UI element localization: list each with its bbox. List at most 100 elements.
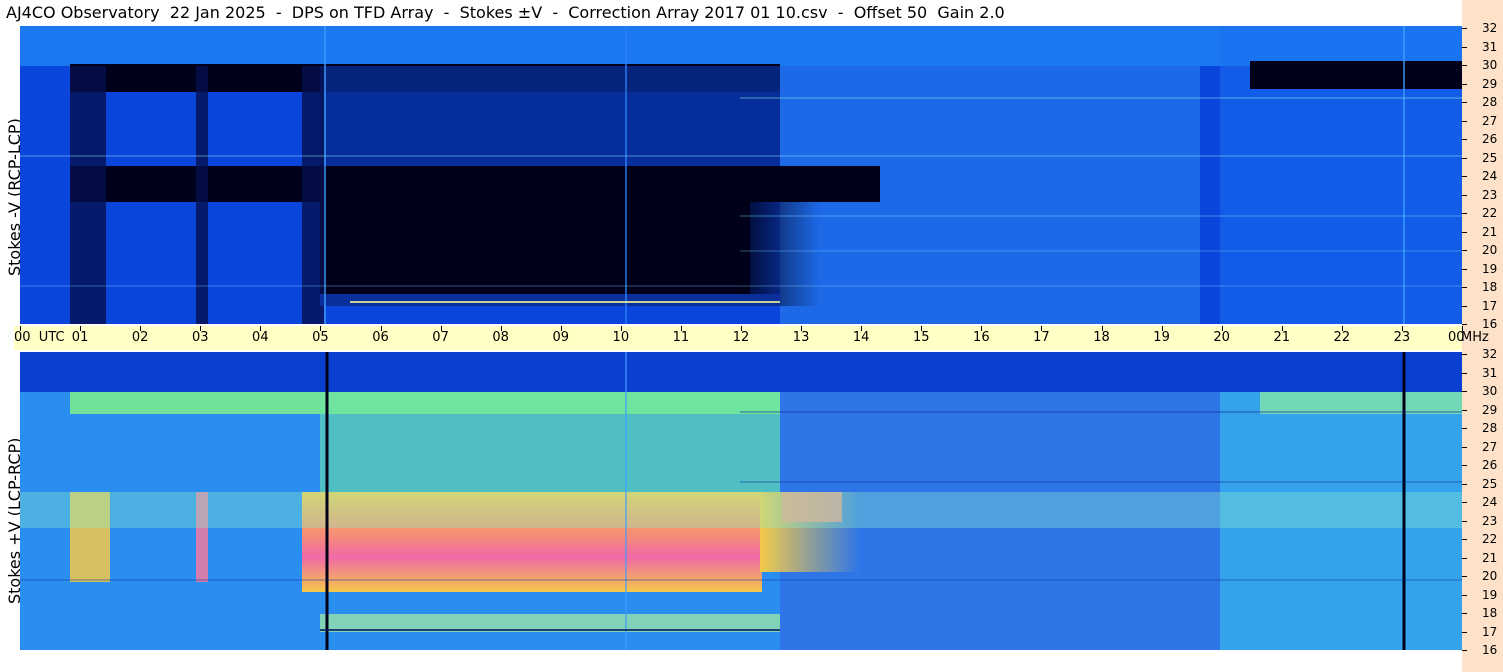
mhz-tick <box>1462 28 1467 29</box>
mhz-tick <box>1462 372 1467 374</box>
mhz-tick <box>1462 428 1467 429</box>
bottom-green-band-late <box>1260 392 1462 414</box>
mhz-tick-label: 24 <box>1482 495 1498 509</box>
utc-tick-label: 16 <box>973 330 990 345</box>
mhz-tick-label: 22 <box>1482 532 1498 546</box>
utc-tick-label: 21 <box>1273 330 1291 345</box>
mhz-tick <box>1462 465 1467 466</box>
utc-tick-label: 07 <box>432 330 449 345</box>
mhz-tick-label: 17 <box>1482 298 1498 313</box>
mhz-tick <box>1462 576 1467 577</box>
top-col-03 <box>196 66 208 324</box>
mhz-tick-label: 23 <box>1482 513 1498 528</box>
mhz-tick-label: 26 <box>1482 458 1498 472</box>
stokes-minus-v-spectrogram <box>20 26 1462 324</box>
utc-time-axis: 00 UTC 01 02 03 04 05 06 07 08 09 10 11 12 13 14 15 16 17… <box>14 326 1465 350</box>
mhz-tick-label: 26 <box>1482 132 1498 146</box>
utc-tick-label: 02 <box>131 330 149 345</box>
mhz-tick-label: 32 <box>1482 21 1498 35</box>
utc-tick-label: 15 <box>912 330 930 345</box>
mhz-tick <box>1462 446 1467 448</box>
mhz-tick <box>1462 46 1467 48</box>
mhz-tick <box>1462 613 1467 614</box>
utc-tick-label: 04 <box>252 330 269 345</box>
utc-tick-label: 13 <box>792 330 810 345</box>
mhz-tick-label: 27 <box>1482 439 1498 454</box>
chart-title: AJ4CO Observatory 22 Jan 2025 - DPS on T… <box>6 3 1005 22</box>
mhz-tick-label: 23 <box>1482 187 1498 202</box>
utc-tick-label: 20 <box>1213 330 1230 345</box>
top-low-band <box>320 294 780 306</box>
mhz-tick <box>1462 557 1467 559</box>
utc-tick-label: 00 UTC <box>14 330 65 345</box>
utc-tick-label: 18 <box>1093 330 1110 345</box>
utc-tick-label: 22 <box>1333 330 1351 345</box>
mhz-tick <box>1462 268 1467 270</box>
mhz-tick <box>1462 354 1467 355</box>
mhz-tick-label: 31 <box>1482 39 1498 54</box>
mhz-tick-label: 32 <box>1482 347 1498 361</box>
top-dark-block <box>320 196 750 306</box>
mhz-tick-label: 20 <box>1482 569 1498 583</box>
mhz-tick-label: 28 <box>1482 421 1498 435</box>
mhz-tick-label: 16 <box>1482 643 1498 657</box>
mhz-tick-label: 24 <box>1482 169 1498 183</box>
utc-tick-label: 05 <box>312 330 329 345</box>
top-mid-dark <box>320 66 780 174</box>
mhz-tick-label: 25 <box>1482 476 1498 491</box>
mhz-tick-label: 18 <box>1482 606 1498 620</box>
top-spectrogram-svg <box>20 26 1462 324</box>
mhz-tick-label: 29 <box>1482 402 1498 417</box>
utc-tick-label: 09 <box>552 330 570 345</box>
mhz-tick <box>1462 324 1467 325</box>
mhz-tick-label: 29 <box>1482 76 1498 91</box>
mhz-tick <box>1462 176 1467 177</box>
utc-tick-label: 11 <box>672 330 690 345</box>
mhz-tick <box>1462 157 1467 159</box>
mhz-tick <box>1462 631 1467 633</box>
top-col-05 <box>302 66 324 324</box>
mhz-tick <box>1462 287 1467 288</box>
bottom-24mhz-band <box>20 492 1462 528</box>
utc-tick-label: 08 <box>492 330 509 345</box>
utc-tick-label: 17 <box>1033 330 1050 345</box>
mhz-tick <box>1462 483 1467 485</box>
top-col-01 <box>70 66 106 324</box>
mhz-tick-label: 18 <box>1482 280 1498 294</box>
mhz-tick <box>1462 520 1467 522</box>
mhz-tick-label: 21 <box>1482 550 1498 565</box>
utc-axis-unit: MHz <box>1461 330 1489 345</box>
mhz-tick <box>1462 594 1467 596</box>
mhz-tick-label: 17 <box>1482 624 1498 639</box>
mhz-tick <box>1462 102 1467 103</box>
utc-tick-label: 14 <box>852 330 870 345</box>
mhz-tick-label: 16 <box>1482 317 1498 331</box>
mhz-tick-label: 31 <box>1482 365 1498 380</box>
mhz-tick <box>1462 502 1467 503</box>
mhz-tick-label: 22 <box>1482 206 1498 220</box>
mhz-tick <box>1462 250 1467 251</box>
mhz-tick <box>1462 139 1467 140</box>
utc-tick-label: 01 <box>71 330 89 345</box>
mhz-tick <box>1462 305 1467 307</box>
stokes-plus-v-spectrogram <box>20 352 1462 650</box>
mhz-tick <box>1462 391 1467 392</box>
mhz-tick-label: 30 <box>1482 384 1498 398</box>
mhz-tick-label: 25 <box>1482 150 1498 165</box>
mhz-tick <box>1462 231 1467 233</box>
mhz-tick <box>1462 409 1467 411</box>
mhz-tick <box>1462 650 1467 651</box>
utc-tick-label: 23 <box>1393 330 1411 345</box>
utc-tick-label: 12 <box>732 330 750 345</box>
mhz-tick-label: 21 <box>1482 224 1498 239</box>
mhz-tick <box>1462 120 1467 122</box>
utc-tick-label: 19 <box>1153 330 1170 345</box>
mhz-tick <box>1462 539 1467 540</box>
mhz-tick-label: 20 <box>1482 243 1498 257</box>
mhz-tick <box>1462 194 1467 196</box>
bottom-upper-dark <box>20 352 1462 392</box>
top-dark-band-late <box>1250 61 1462 89</box>
mhz-tick-label: 30 <box>1482 58 1498 72</box>
mhz-tick-label: 27 <box>1482 113 1498 128</box>
utc-tick-label: 06 <box>372 330 389 345</box>
